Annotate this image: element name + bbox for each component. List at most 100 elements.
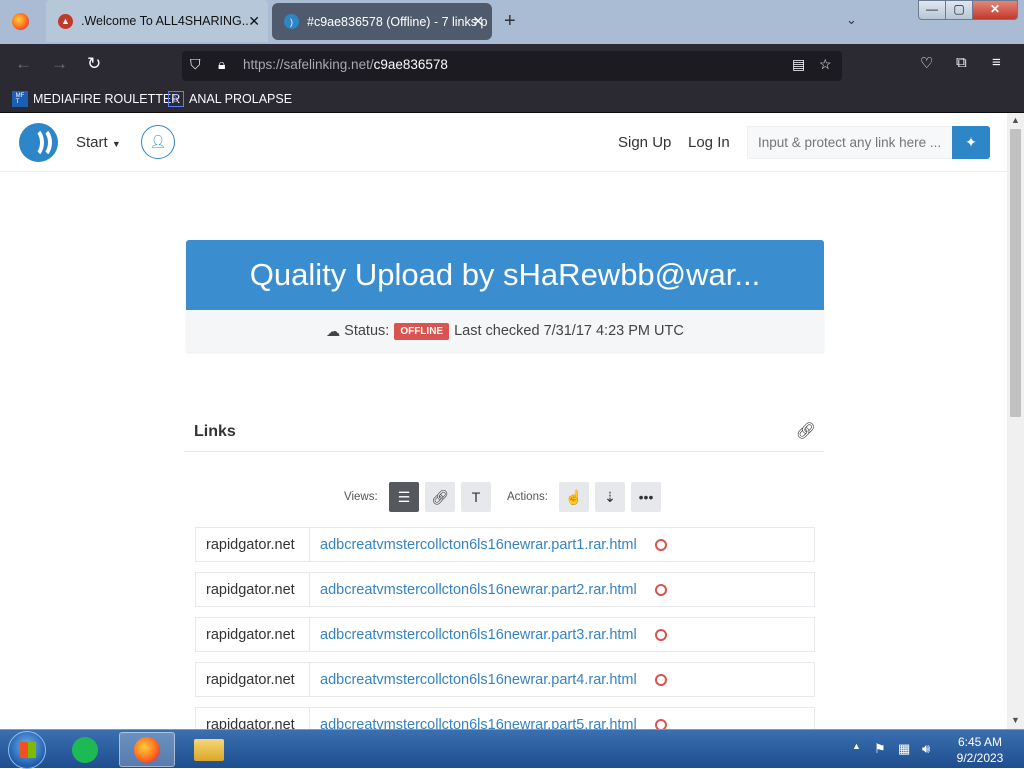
bookmarks-toolbar: MF T MEDIAFIRE ROULETTER Σ ANAL PROLAPSE [0,86,1024,113]
maximize-button[interactable]: ▢ [945,0,973,20]
scroll-down-icon[interactable]: ▼ [1011,715,1020,725]
link-url[interactable]: adbcreatvmstercollcton6ls16newrar.part5.… [320,717,637,730]
page-scrollbar[interactable]: ▲ ▼ [1007,113,1024,729]
offline-status-icon [654,628,667,641]
start-dropdown[interactable]: Start ▼ [76,134,121,151]
chain-link-icon[interactable]: 🔗︎ [796,421,816,441]
start-label: Start [76,134,108,151]
bookmark-item-second[interactable]: Σ ANAL PROLAPSE [168,91,292,107]
tab-bar: ▲ .Welcome To ALL4SHARING.. ✕ ) #c9ae836… [0,0,1024,44]
close-tab-icon[interactable]: ✕ [472,13,484,30]
link-row: rapidgator.net adbcreatvmstercollcton6ls… [195,662,815,697]
offline-status-icon [654,583,667,596]
clock-date: 9/2/2023 [956,751,1004,765]
page-viewport: Start ▼ 👤︎ Sign Up Log In ✦ Quality Uplo… [0,113,1007,729]
windows-taskbar: ▲ ⚑ ▦ 🔊︎ 6:45 AM 9/2/2023 [0,729,1024,769]
list-view-icon[interactable]: ☰ [389,482,419,512]
action-center-flag-icon[interactable]: ⚑ [874,741,886,757]
tracking-shield-icon[interactable]: ⛉ [190,56,201,73]
link-row: rapidgator.net adbcreatvmstercollcton6ls… [195,527,815,562]
user-icon[interactable]: 👤︎ [141,125,175,159]
click-hand-icon[interactable]: ☝ [559,482,589,512]
forward-icon[interactable]: → [51,54,68,74]
close-tab-icon[interactable]: ✕ [248,13,260,30]
windows-start-button[interactable] [8,731,46,769]
link-host: rapidgator.net [196,573,310,606]
link-host: rapidgator.net [196,528,310,561]
links-header: Links 🔗︎ [184,413,824,452]
bookmark-item-mediafire[interactable]: MF T MEDIAFIRE ROULETTER [12,91,180,107]
bookmark-label: ANAL PROLAPSE [189,92,293,106]
actions-label: Actions: [507,491,548,503]
magic-wand-icon[interactable]: ✦ [952,126,990,159]
network-icon[interactable]: ▦ [898,741,910,757]
new-tab-button[interactable]: + [504,10,516,33]
last-checked-text: Last checked 7/31/17 4:23 PM UTC [454,323,684,339]
minimize-button[interactable]: — [918,0,946,20]
link-view-icon[interactable]: 🔗︎ [425,482,455,512]
tab-title: #c9ae836578 (Offline) - 7 links p [307,14,488,29]
link-host: rapidgator.net [196,663,310,696]
list-tabs-icon[interactable]: ⌄ [846,12,857,28]
url-text[interactable]: https://safelinking.net/c9ae836578 [243,57,448,72]
link-url[interactable]: adbcreatvmstercollcton6ls16newrar.part1.… [320,537,637,553]
navigation-toolbar: ← → ↻ ⛉ 🔒︎ https://safelinking.net/c9ae8… [0,44,1024,86]
scroll-thumb[interactable] [1010,129,1021,417]
status-label: Status: [344,323,390,339]
bookmark-star-icon[interactable]: ☆ [819,56,832,73]
reader-view-icon[interactable]: ▤ [792,56,805,73]
pocket-icon[interactable]: ♡ [920,54,933,72]
clock-time: 6:45 AM [957,735,1003,749]
firefox-icon [134,736,160,763]
taskbar-firefox[interactable] [119,732,175,767]
link-url[interactable]: adbcreatvmstercollcton6ls16newrar.part3.… [320,627,637,643]
site-header: Start ▼ 👤︎ Sign Up Log In ✦ [0,113,1007,172]
link-row: rapidgator.net adbcreatvmstercollcton6ls… [195,572,815,607]
offline-status-icon [654,538,667,551]
more-options-icon[interactable]: ••• [631,482,661,512]
extensions-icon[interactable]: ⧉ [956,54,967,71]
folder-icon [194,738,224,761]
links-title: Links [194,423,236,440]
link-row: rapidgator.net adbcreatvmstercollcton6ls… [195,707,815,729]
bookmark-label: MEDIAFIRE ROULETTER [33,92,181,106]
taskbar-explorer[interactable] [181,732,237,767]
sort-download-icon[interactable]: ⇣ [595,482,625,512]
link-host: rapidgator.net [196,708,310,729]
package-title: Quality Upload by sHaRewbb@war... [186,240,824,310]
system-clock[interactable]: 6:45 AM 9/2/2023 [950,734,1010,766]
text-view-icon[interactable]: T [461,482,491,512]
sign-up-link[interactable]: Sign Up [618,134,671,151]
taskbar-notes-app[interactable] [57,732,113,767]
offline-status-icon [654,673,667,686]
cloud-icon: ☁ [326,322,341,339]
views-label: Views: [344,491,378,503]
back-icon[interactable]: ← [15,54,32,74]
links-toolbar: Views: ☰ 🔗︎ T Actions: ☝ ⇣ ••• [344,482,664,512]
menu-icon[interactable]: ≡ [992,54,1001,71]
status-bar: ☁ Status: OFFLINE Last checked 7/31/17 4… [186,310,824,352]
caret-down-icon: ▼ [111,139,121,149]
mediafire-icon: MF T [12,91,28,107]
link-host: rapidgator.net [196,618,310,651]
bookmark-icon: Σ [168,91,184,107]
log-in-link[interactable]: Log In [688,134,730,151]
close-window-button[interactable]: ✕ [972,0,1018,20]
reload-icon[interactable]: ↻ [87,54,101,74]
scroll-up-icon[interactable]: ▲ [1011,115,1020,125]
volume-icon[interactable]: 🔊︎ [922,741,930,757]
lock-icon[interactable]: 🔒︎ [218,56,225,73]
protect-link-input[interactable] [747,126,953,159]
link-url[interactable]: adbcreatvmstercollcton6ls16newrar.part4.… [320,672,637,688]
link-url[interactable]: adbcreatvmstercollcton6ls16newrar.part2.… [320,582,637,598]
tab-welcome[interactable]: ▲ .Welcome To ALL4SHARING.. ✕ [46,0,268,42]
safelinking-favicon-icon: ) [284,14,299,29]
offline-status-icon [654,718,667,729]
tab-safelinking[interactable]: ) #c9ae836578 (Offline) - 7 links p ✕ [272,3,492,40]
show-hidden-icons[interactable]: ▲ [852,741,861,751]
address-bar[interactable]: ⛉ 🔒︎ https://safelinking.net/c9ae836578 … [182,51,842,81]
firefox-icon[interactable] [12,13,29,30]
tab-title: .Welcome To ALL4SHARING.. [81,14,249,28]
site-favicon-icon: ▲ [58,13,73,29]
safelinking-logo[interactable] [19,123,58,162]
